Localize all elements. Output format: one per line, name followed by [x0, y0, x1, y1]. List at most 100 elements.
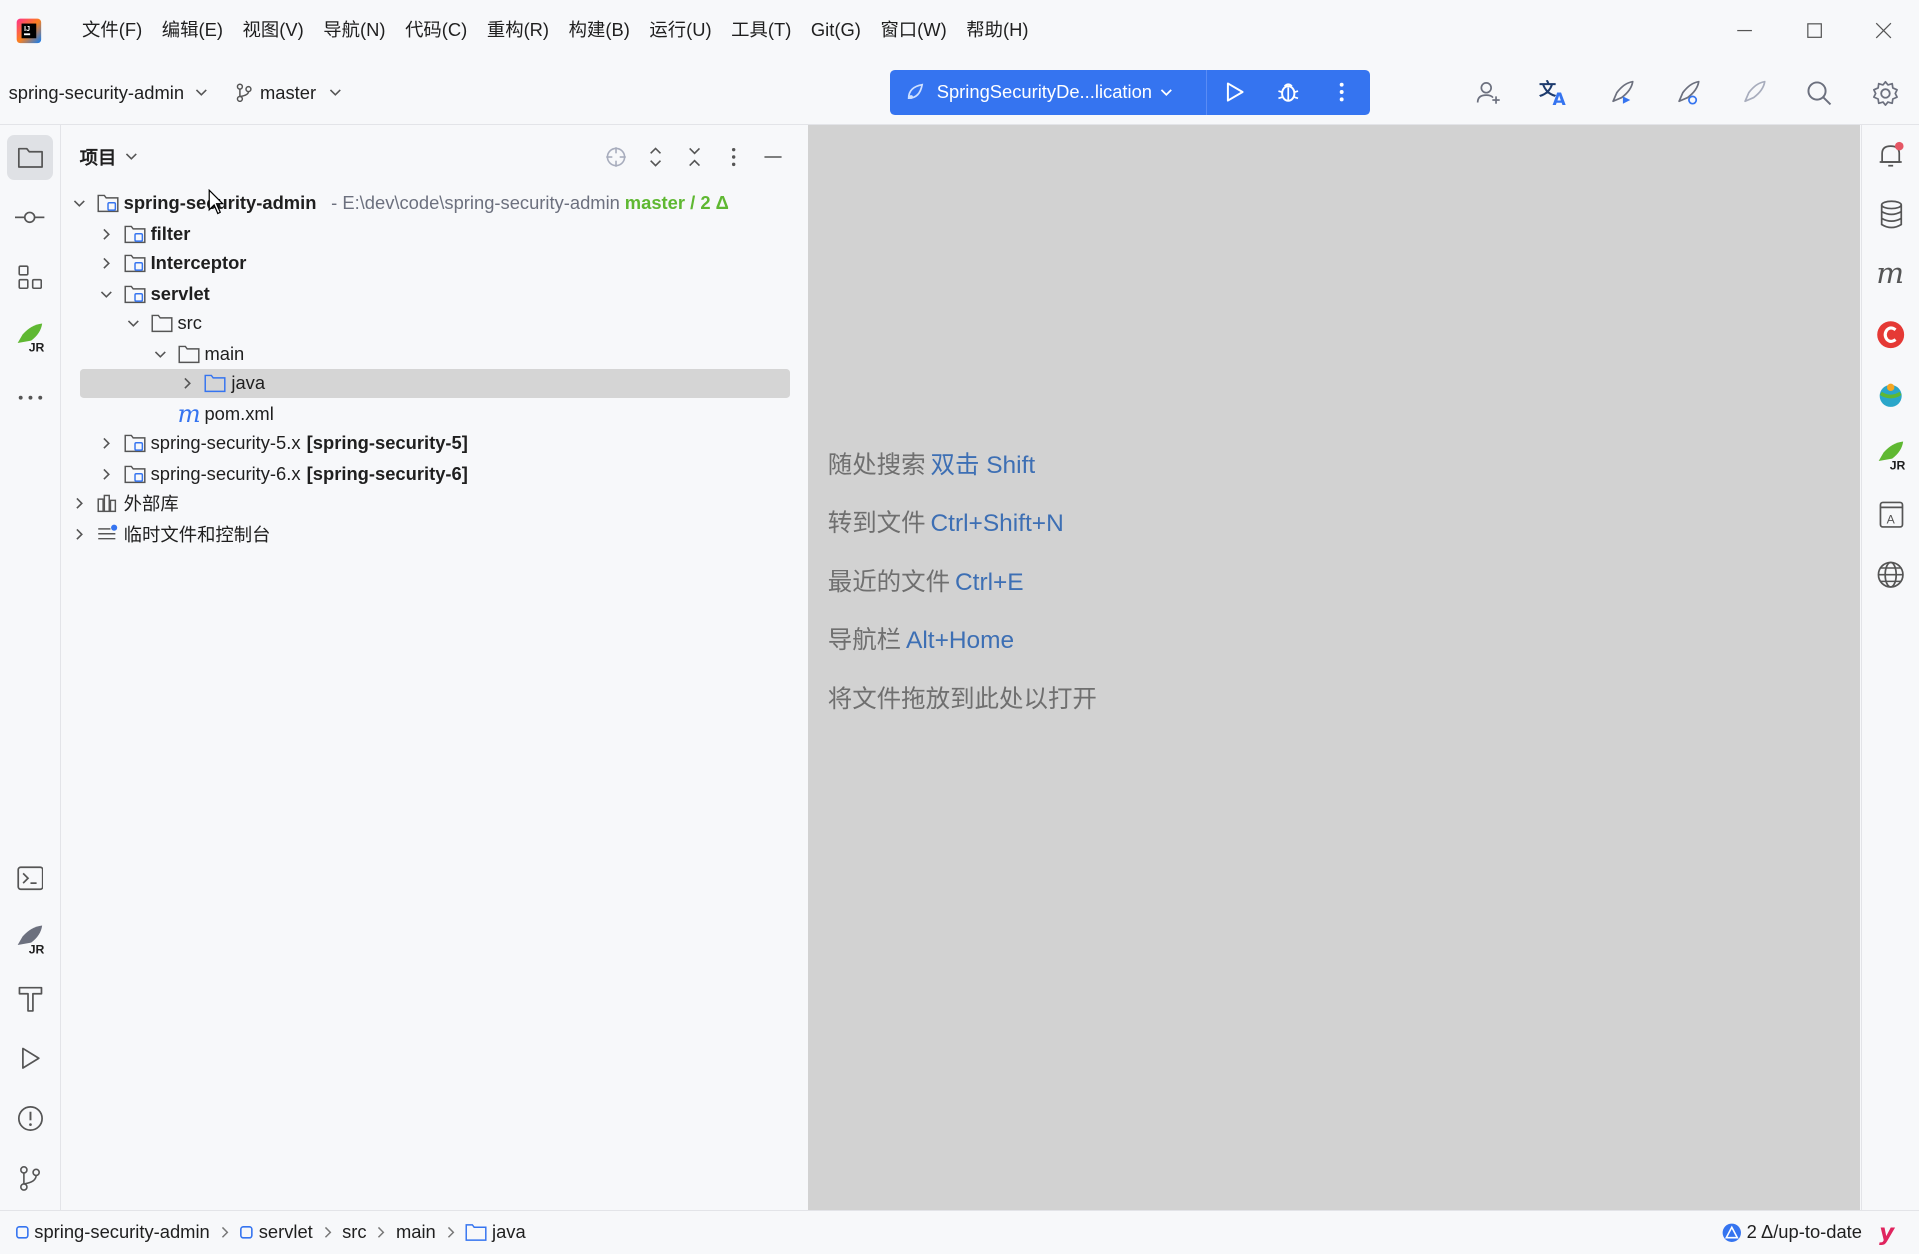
- hint-shortcut: Alt+Home: [906, 626, 1015, 654]
- breadcrumb-item[interactable]: servlet: [239, 1221, 313, 1243]
- close-button[interactable]: [1849, 0, 1919, 61]
- tree-node-spring-security-6[interactable]: spring-security-6.x [spring-security-6]: [97, 459, 468, 488]
- maximize-button[interactable]: [1779, 0, 1849, 61]
- menu-help[interactable]: 帮助(H): [957, 12, 1039, 49]
- options-icon[interactable]: [714, 137, 753, 176]
- run-icon[interactable]: [7, 1036, 52, 1081]
- dictionary-icon[interactable]: A: [1868, 492, 1913, 537]
- tree-node-interceptor[interactable]: Interceptor: [97, 249, 246, 278]
- menu-refactor[interactable]: 重构(R): [477, 12, 559, 49]
- chevron-right-icon[interactable]: [97, 464, 117, 484]
- terminal-icon[interactable]: [7, 856, 52, 901]
- tree-node-external-libraries[interactable]: 外部库: [70, 489, 179, 518]
- globe-icon[interactable]: [1868, 552, 1913, 597]
- debug-button[interactable]: [1261, 70, 1315, 115]
- locate-icon[interactable]: [596, 137, 635, 176]
- menu-git[interactable]: Git(G): [801, 12, 871, 49]
- chevron-right-icon[interactable]: [97, 253, 117, 273]
- vcs-status-widget[interactable]: 2 Δ/up-to-date: [1722, 1221, 1862, 1243]
- left-tool-strip: JR JR: [0, 124, 62, 1210]
- vcs-status-label: 2 Δ/up-to-date: [1746, 1221, 1862, 1243]
- yaml-plugin-icon[interactable]: y: [1879, 1219, 1894, 1246]
- menu-window[interactable]: 窗口(W): [871, 12, 957, 49]
- editor-area[interactable]: 随处搜索 双击 Shift 转到文件 Ctrl+Shift+N 最近的文件 Ctrl+…: [808, 124, 1860, 1210]
- tree-node-filter[interactable]: filter: [97, 219, 190, 248]
- project-switcher[interactable]: spring-security-admin: [9, 82, 209, 104]
- scratches-icon: [97, 523, 119, 545]
- chevron-right-icon[interactable]: [97, 224, 117, 244]
- run-config-selector[interactable]: SpringSecurityDe...lication: [890, 70, 1206, 115]
- intellij-logo-icon[interactable]: IJ: [13, 15, 45, 47]
- chevron-right-icon[interactable]: [70, 493, 90, 513]
- problems-icon[interactable]: [7, 1096, 52, 1141]
- settings-gear-icon[interactable]: [1853, 61, 1919, 125]
- chevron-down-icon[interactable]: [124, 149, 139, 164]
- commit-icon[interactable]: [7, 195, 52, 240]
- breadcrumb-item[interactable]: java: [465, 1221, 526, 1243]
- tree-node-scratches[interactable]: 临时文件和控制台: [70, 519, 271, 548]
- rocket-debug-icon[interactable]: [1654, 61, 1720, 125]
- chevron-down-icon[interactable]: [151, 344, 171, 364]
- menu-tools[interactable]: 工具(T): [721, 12, 801, 49]
- more-icon[interactable]: [7, 375, 52, 420]
- tree-node-src[interactable]: src: [124, 309, 202, 338]
- notifications-icon[interactable]: [1868, 132, 1913, 177]
- folder-icon[interactable]: [7, 134, 53, 180]
- breadcrumb-item[interactable]: spring-security-admin: [15, 1221, 210, 1243]
- root-vcs-status: master / 2 Δ: [624, 192, 729, 214]
- tree-node-spring-security-5[interactable]: spring-security-5.x [spring-security-5]: [97, 429, 468, 458]
- tree-node-servlet[interactable]: servlet: [97, 279, 210, 308]
- jrebel-icon[interactable]: JR: [7, 315, 52, 360]
- folder-icon: [151, 312, 173, 334]
- rocket-run-icon[interactable]: [1588, 61, 1654, 125]
- chevron-down-icon[interactable]: [124, 313, 144, 333]
- breadcrumb-item[interactable]: src: [342, 1221, 366, 1243]
- node-label: 临时文件和控制台: [123, 523, 271, 545]
- chevron-down-icon[interactable]: [70, 193, 90, 213]
- build-icon[interactable]: [7, 976, 52, 1021]
- tree-node-main[interactable]: main: [151, 339, 244, 368]
- hint-text: 随处搜索: [827, 451, 926, 479]
- window-controls: [1709, 0, 1918, 61]
- tree-node-pom[interactable]: m pom.xml: [151, 399, 274, 428]
- jrebel-panel-icon[interactable]: JR: [7, 916, 52, 961]
- menu-run[interactable]: 运行(U): [640, 12, 722, 49]
- structure-icon[interactable]: [7, 255, 52, 300]
- tree-node-java[interactable]: java: [178, 369, 265, 398]
- chevron-down-icon[interactable]: [97, 284, 117, 304]
- chevron-right-icon[interactable]: [178, 373, 198, 393]
- run-button[interactable]: [1207, 70, 1261, 115]
- branch-switcher[interactable]: master: [235, 82, 343, 104]
- chevron-right-icon[interactable]: [70, 524, 90, 544]
- menu-view[interactable]: 视图(V): [233, 12, 314, 49]
- run-widget: SpringSecurityDe...lication: [890, 69, 1371, 116]
- hint-text: 最近的文件: [827, 569, 951, 597]
- chevron-right-icon: [446, 1225, 456, 1240]
- project-panel-header: 项目: [62, 125, 806, 189]
- collapse-all-icon[interactable]: [675, 137, 714, 176]
- menu-navigate[interactable]: 导航(N): [314, 12, 396, 49]
- menu-build[interactable]: 构建(B): [559, 12, 640, 49]
- git-icon[interactable]: [7, 1156, 52, 1201]
- expand-all-icon[interactable]: [636, 137, 675, 176]
- jrebel-icon[interactable]: JR: [1868, 432, 1913, 477]
- breadcrumb-item[interactable]: main: [396, 1221, 436, 1243]
- rocket-disabled-icon[interactable]: [1720, 61, 1786, 125]
- menu-code[interactable]: 代码(C): [395, 12, 477, 49]
- hide-panel-icon[interactable]: [753, 137, 792, 176]
- project-panel-title[interactable]: 项目: [80, 144, 117, 170]
- plugin-icon[interactable]: [1868, 372, 1913, 417]
- more-actions-icon[interactable]: [1315, 70, 1369, 115]
- codota-icon[interactable]: [1868, 312, 1913, 357]
- search-icon[interactable]: [1787, 61, 1853, 125]
- source-folder-icon: [204, 372, 226, 394]
- translate-icon[interactable]: 文A: [1522, 61, 1588, 125]
- database-icon[interactable]: [1868, 192, 1913, 237]
- add-user-icon[interactable]: [1456, 61, 1522, 125]
- maven-icon[interactable]: m: [1868, 252, 1913, 297]
- chevron-right-icon[interactable]: [97, 433, 117, 453]
- minimize-button[interactable]: [1709, 0, 1779, 61]
- tree-node-root[interactable]: spring-security-admin - E:\dev\code\spri…: [70, 189, 729, 218]
- menu-edit[interactable]: 编辑(E): [152, 12, 233, 49]
- menu-file[interactable]: 文件(F): [72, 12, 152, 49]
